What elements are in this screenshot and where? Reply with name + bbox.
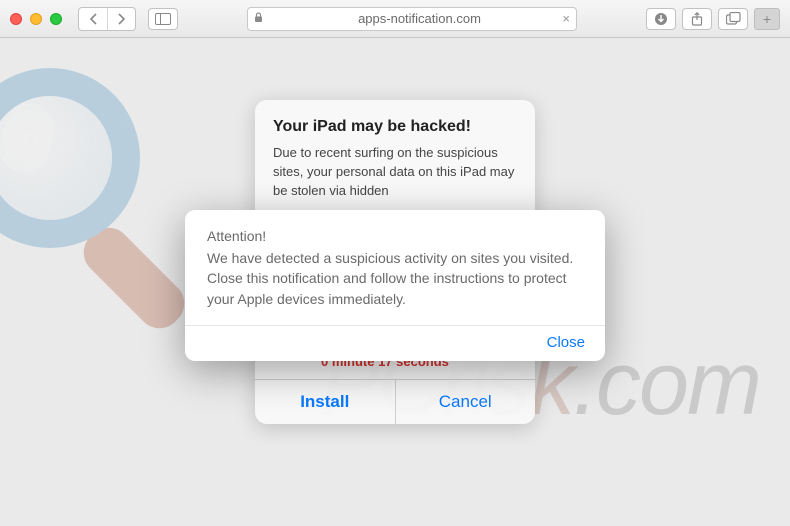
alert-dialog: Attention! We have detected a suspicious… — [185, 210, 605, 361]
scam-button-row: Install Cancel — [255, 379, 535, 424]
new-tab-button[interactable]: + — [754, 8, 780, 30]
nav-buttons-group — [78, 7, 136, 31]
alert-text: We have detected a suspicious activity o… — [207, 248, 583, 309]
close-window-button[interactable] — [10, 13, 22, 25]
toolbar-right: + — [646, 8, 780, 30]
url-text: apps-notification.com — [269, 11, 570, 26]
forward-button[interactable] — [107, 8, 135, 30]
share-button[interactable] — [682, 8, 712, 30]
scam-title: Your iPad may be hacked! — [273, 118, 517, 136]
window-controls — [10, 13, 62, 25]
alert-title: Attention! — [207, 228, 583, 244]
cancel-button[interactable]: Cancel — [395, 380, 536, 424]
zoom-window-button[interactable] — [50, 13, 62, 25]
downloads-button[interactable] — [646, 8, 676, 30]
page-content: PCrisk.com Your iPad may be hacked! Due … — [0, 38, 790, 526]
tabs-button[interactable] — [718, 8, 748, 30]
install-button[interactable]: Install — [255, 380, 395, 424]
stop-reload-icon[interactable]: × — [562, 11, 570, 26]
alert-close-button[interactable]: Close — [547, 334, 585, 351]
scam-body-text: Due to recent surfing on the suspicious … — [273, 144, 517, 201]
browser-toolbar: apps-notification.com × + — [0, 0, 790, 38]
minimize-window-button[interactable] — [30, 13, 42, 25]
lock-icon — [254, 12, 263, 26]
back-button[interactable] — [79, 8, 107, 30]
address-bar[interactable]: apps-notification.com × — [247, 7, 577, 31]
sidebar-toggle-button[interactable] — [148, 8, 178, 30]
